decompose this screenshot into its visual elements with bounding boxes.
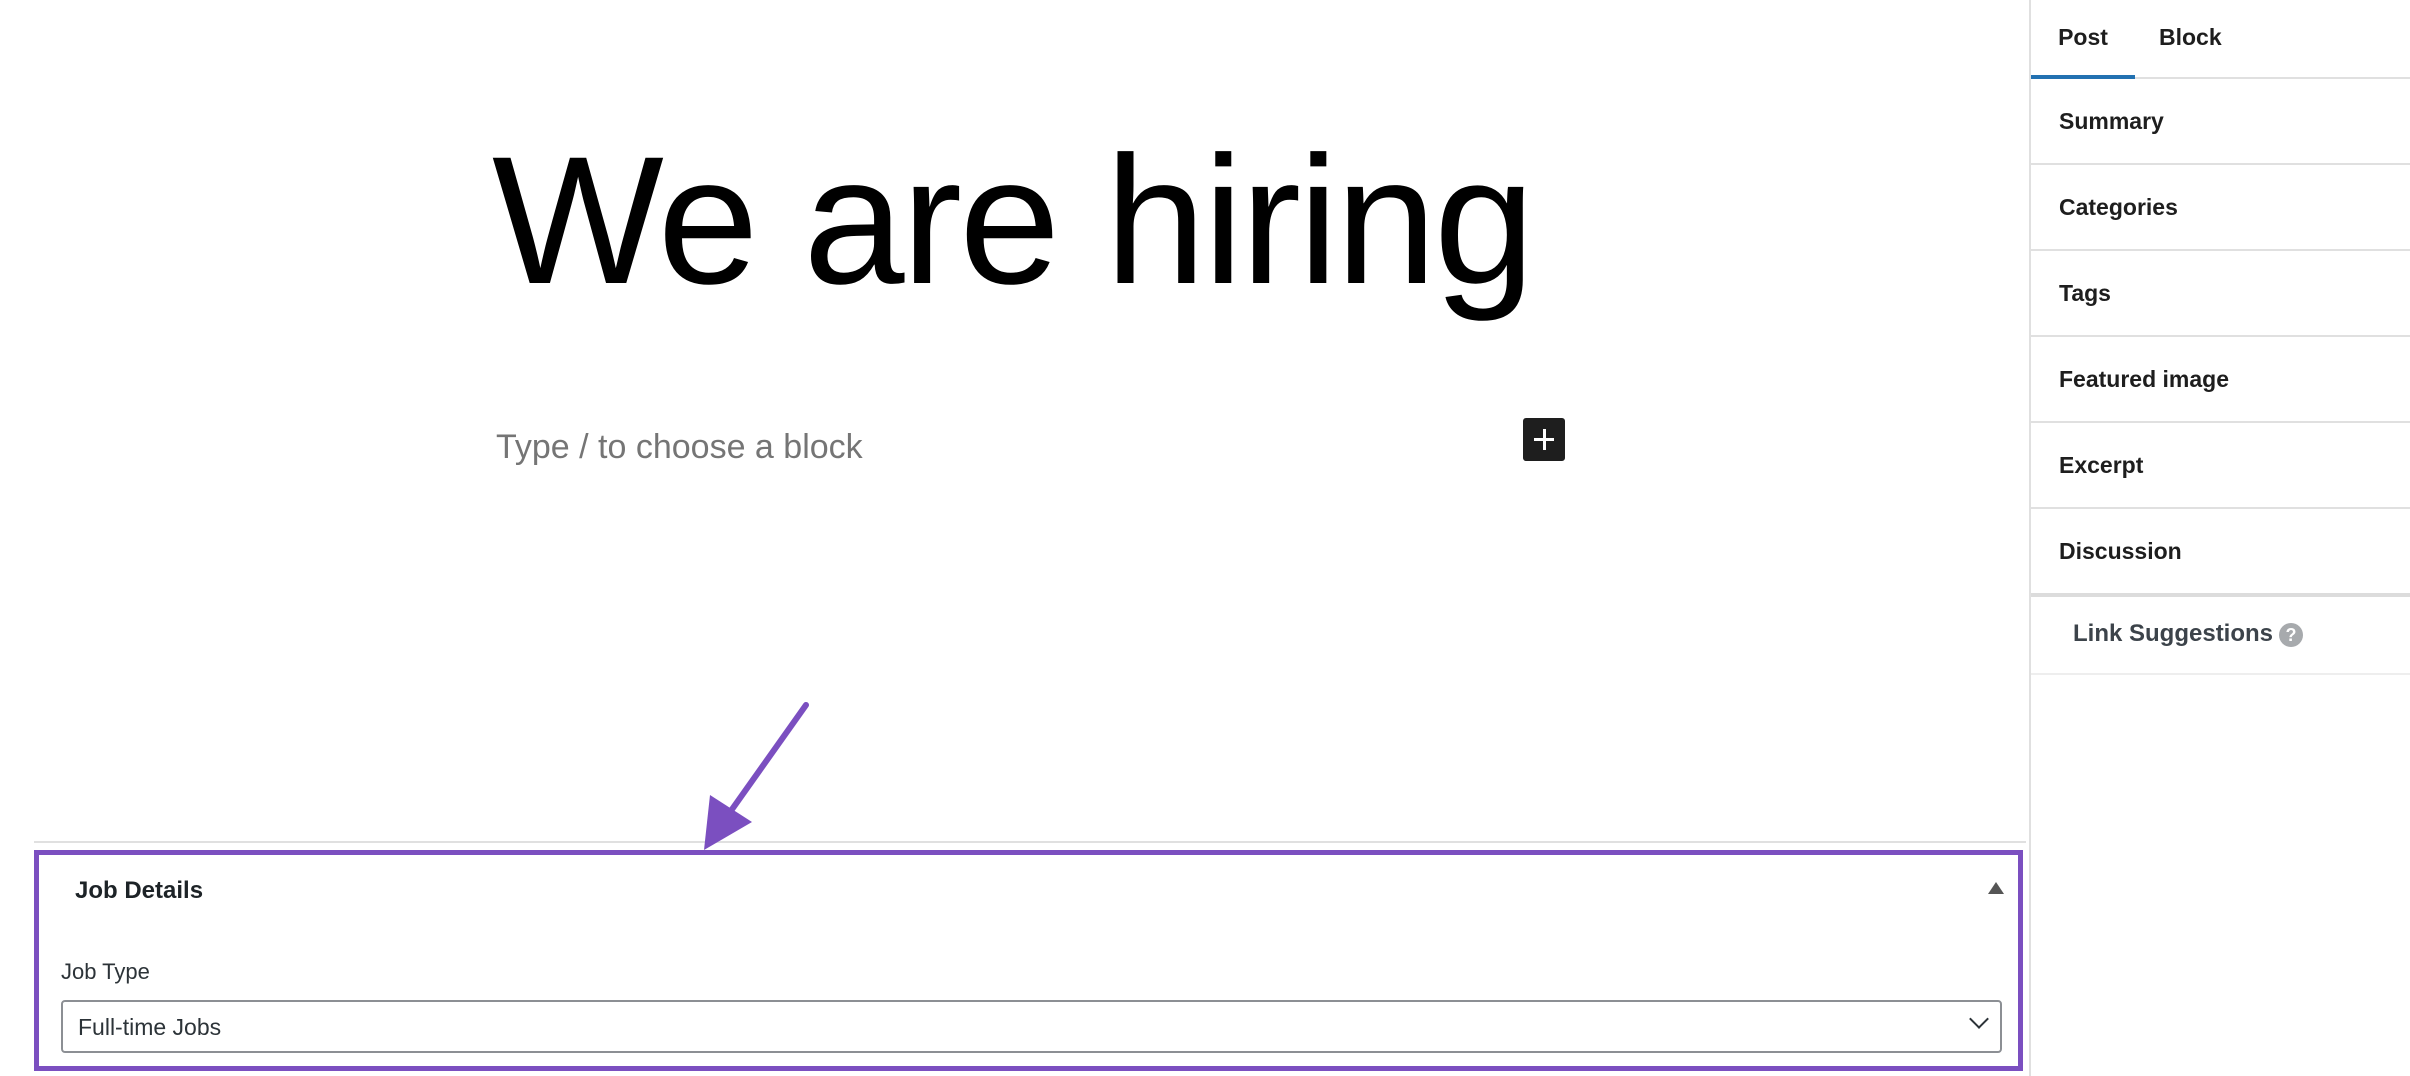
panel-excerpt[interactable]: Excerpt xyxy=(2031,423,2410,509)
block-placeholder[interactable]: Type / to choose a block xyxy=(496,428,863,467)
job-type-select[interactable]: Full-time Jobs xyxy=(61,1000,2002,1053)
panel-link-suggestions[interactable]: Link Suggestions? xyxy=(2031,597,2410,675)
job-type-label: Job Type xyxy=(61,959,150,984)
panel-summary[interactable]: Summary xyxy=(2031,79,2410,165)
panel-discussion[interactable]: Discussion xyxy=(2031,509,2410,597)
panel-categories[interactable]: Categories xyxy=(2031,165,2410,251)
tab-block[interactable]: Block xyxy=(2159,0,2222,77)
job-type-value: Full-time Jobs xyxy=(78,1014,222,1040)
tab-post[interactable]: Post xyxy=(2031,0,2135,79)
metabox-divider xyxy=(34,841,2026,843)
collapse-triangle-icon[interactable] xyxy=(1988,882,2004,894)
settings-sidebar: Post Block Summary Categories Tags Featu… xyxy=(2029,0,2410,1076)
add-block-button[interactable] xyxy=(1523,418,1565,461)
metabox-title: Job Details xyxy=(75,877,204,904)
panel-tags[interactable]: Tags xyxy=(2031,251,2410,337)
job-details-metabox: Job Details Job Type Full-time Jobs xyxy=(34,850,2023,1071)
link-suggestions-label: Link Suggestions xyxy=(2073,620,2274,647)
panel-featured-image[interactable]: Featured image xyxy=(2031,337,2410,423)
post-title[interactable]: We are hiring xyxy=(492,120,1535,320)
question-icon[interactable]: ? xyxy=(2279,622,2304,647)
sidebar-tabs: Post Block xyxy=(2031,0,2410,79)
chevron-down-icon xyxy=(1969,1009,1989,1029)
